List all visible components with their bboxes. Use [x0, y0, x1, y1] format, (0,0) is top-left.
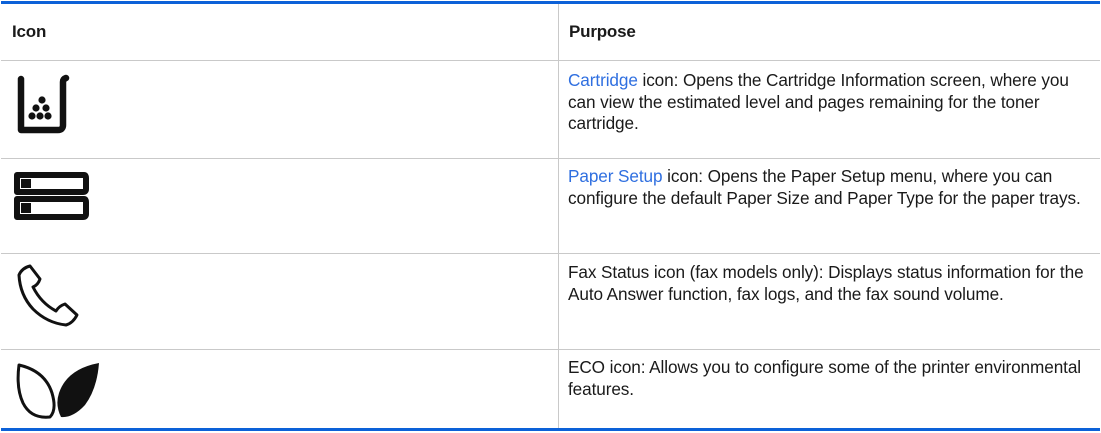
row-divider [1, 60, 1100, 61]
list-item: ECO icon: Allows you to configure some o… [568, 357, 1092, 400]
header-purpose: Purpose [569, 22, 636, 41]
paper-setup-icon [11, 165, 91, 250]
table-top-border [1, 1, 1100, 4]
header-icon: Icon [12, 22, 47, 41]
cartridge-link[interactable]: Cartridge [568, 70, 638, 90]
paper-setup-link[interactable]: Paper Setup [568, 166, 663, 186]
row-divider [1, 349, 1100, 350]
table-bottom-border [1, 428, 1100, 431]
cartridge-icon [11, 70, 81, 145]
list-item: Fax Status icon (fax models only): Displ… [568, 262, 1092, 305]
row-divider [1, 253, 1100, 254]
column-divider [558, 4, 559, 428]
list-item: Cartridge icon: Opens the Cartridge Info… [568, 70, 1092, 135]
list-item: Paper Setup icon: Opens the Paper Setup … [568, 166, 1092, 209]
row-description: ECO icon: Allows you to configure some o… [568, 357, 1082, 399]
row-description: icon: Opens the Cartridge Information sc… [568, 70, 1069, 133]
row-description: Fax Status icon (fax models only): Displ… [568, 262, 1084, 304]
row-divider [1, 158, 1100, 159]
fax-status-icon [11, 261, 86, 341]
eco-icon [11, 355, 106, 430]
